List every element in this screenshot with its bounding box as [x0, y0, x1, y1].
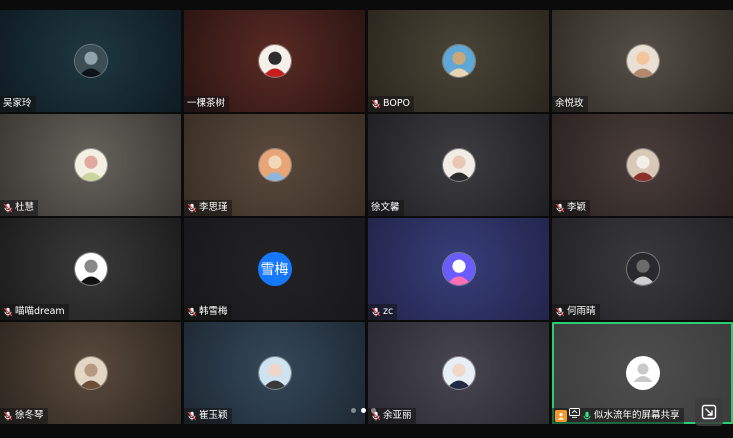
mic-icon	[582, 411, 592, 421]
profile-photo	[258, 45, 291, 77]
participant-name-label: 一棵茶树	[184, 96, 230, 112]
avatar	[257, 356, 292, 390]
profile-photo	[442, 149, 475, 181]
participant-name: 吴家玲	[3, 98, 32, 109]
avatar	[625, 252, 660, 286]
page-dot[interactable]	[361, 408, 366, 413]
participant-name: 韩雪梅	[199, 306, 228, 317]
participant-name: zc	[383, 306, 394, 317]
avatar	[257, 44, 292, 78]
participant-name: 崔玉颖	[199, 410, 228, 421]
avatar	[441, 356, 476, 390]
participant-name-label: 李颖	[552, 200, 591, 216]
avatar	[625, 356, 660, 390]
page-dot[interactable]	[371, 408, 376, 413]
avatar	[441, 252, 476, 286]
avatar	[73, 148, 108, 182]
participant-name-label: zc	[368, 304, 398, 320]
participant-name: 徐冬琴	[15, 410, 44, 421]
default-avatar-icon	[633, 363, 652, 382]
participant-tile[interactable]: 李思瑾	[184, 114, 365, 216]
muted-mic-icon	[3, 307, 13, 317]
muted-mic-icon	[187, 203, 197, 213]
muted-mic-icon	[555, 203, 565, 213]
participant-tile[interactable]: 何雨晴	[552, 218, 733, 320]
participant-name-label: 徐冬琴	[0, 408, 48, 424]
avatar	[257, 148, 292, 182]
profile-photo	[74, 357, 107, 389]
participant-name-label: 似水流年的屏幕共享	[552, 408, 684, 424]
participant-tile[interactable]: 崔玉颖	[184, 322, 365, 424]
host-icon	[555, 410, 567, 422]
profile-photo	[626, 253, 659, 285]
participant-name: 李颖	[567, 202, 587, 213]
participant-tile[interactable]: 吴家玲	[0, 10, 181, 112]
participant-name-label: 何雨晴	[552, 304, 600, 320]
participant-name: 徐文馨	[371, 202, 400, 213]
participant-name-label: 吴家玲	[0, 96, 36, 112]
avatar	[625, 148, 660, 182]
participant-name-label: BOPO	[368, 96, 415, 112]
participant-name-label: 徐文馨	[368, 200, 404, 216]
muted-mic-icon	[187, 411, 197, 421]
avatar	[73, 252, 108, 286]
muted-mic-icon	[3, 203, 13, 213]
avatar: 雪梅	[257, 252, 292, 286]
participant-tile[interactable]: 喵喵dream	[0, 218, 181, 320]
avatar-initials: 雪梅	[260, 262, 289, 278]
muted-mic-icon	[3, 411, 13, 421]
profile-photo	[626, 149, 659, 181]
participant-name-label: 崔玉颖	[184, 408, 232, 424]
screen-share-icon	[569, 408, 580, 424]
participant-name: 似水流年的屏幕共享	[594, 410, 680, 421]
participant-tile[interactable]: 李颖	[552, 114, 733, 216]
muted-mic-icon	[555, 307, 565, 317]
participant-name: 李思瑾	[199, 202, 228, 213]
muted-mic-icon	[371, 307, 381, 317]
profile-photo	[442, 45, 475, 77]
profile-photo	[442, 357, 475, 389]
participant-name: 喵喵dream	[15, 306, 65, 317]
avatar	[625, 44, 660, 78]
avatar	[441, 44, 476, 78]
participant-name: BOPO	[383, 98, 411, 109]
participant-name: 余悦玫	[555, 98, 584, 109]
avatar	[73, 356, 108, 390]
participant-grid: 吴家玲 一棵茶树 BOPO 余悦玫杜慧 李思瑾 徐文馨 李颖喵喵dream 雪梅韩雪梅 zc 何雨…	[0, 10, 733, 430]
profile-photo	[74, 253, 107, 285]
participant-name: 何雨晴	[567, 306, 596, 317]
avatar	[441, 148, 476, 182]
profile-photo	[258, 357, 291, 389]
profile-photo	[442, 253, 475, 285]
profile-photo	[74, 149, 107, 181]
expand-icon	[701, 404, 717, 420]
page-dot[interactable]	[351, 408, 356, 413]
muted-mic-icon	[187, 307, 197, 317]
expand-button[interactable]	[695, 398, 723, 426]
participant-name: 余亚丽	[383, 410, 412, 421]
page-indicator	[351, 408, 376, 413]
avatar	[73, 44, 108, 78]
participant-tile[interactable]: 余亚丽	[368, 322, 549, 424]
participant-name-label: 韩雪梅	[184, 304, 232, 320]
participant-name-label: 余悦玫	[552, 96, 588, 112]
muted-mic-icon	[371, 99, 381, 109]
participant-name: 杜慧	[15, 202, 35, 213]
participant-name-label: 李思瑾	[184, 200, 232, 216]
participant-tile[interactable]: 杜慧	[0, 114, 181, 216]
profile-photo	[626, 45, 659, 77]
participant-tile[interactable]: 徐冬琴	[0, 322, 181, 424]
participant-tile[interactable]: zc	[368, 218, 549, 320]
profile-photo	[74, 45, 107, 77]
participant-tile[interactable]: 余悦玫	[552, 10, 733, 112]
participant-name-label: 喵喵dream	[0, 304, 69, 320]
participant-tile[interactable]: 雪梅韩雪梅	[184, 218, 365, 320]
participant-tile[interactable]: BOPO	[368, 10, 549, 112]
participant-name: 一棵茶树	[187, 98, 226, 109]
participant-name-label: 杜慧	[0, 200, 39, 216]
participant-tile[interactable]: 徐文馨	[368, 114, 549, 216]
profile-photo	[258, 149, 291, 181]
participant-tile[interactable]: 一棵茶树	[184, 10, 365, 112]
